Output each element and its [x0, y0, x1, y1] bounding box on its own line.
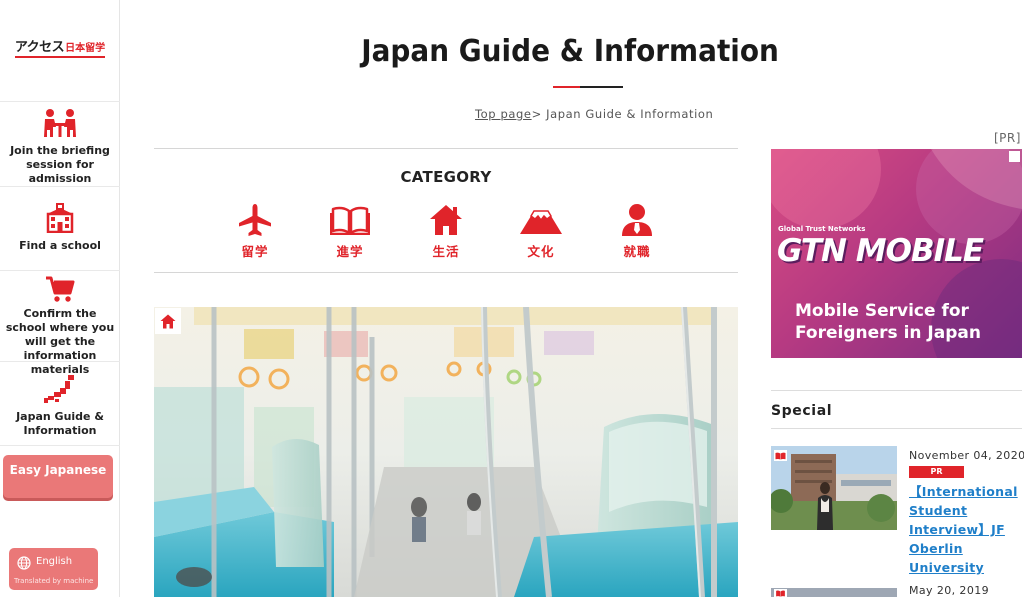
airplane-icon	[237, 203, 273, 237]
category-item-label: 就職	[623, 244, 651, 259]
sidebar-item-find-school[interactable]: Find a school	[0, 187, 120, 271]
sidebar-item-japan-guide[interactable]: Japan Guide & Information	[0, 362, 120, 446]
page: アクセス 日本留学 Join the briefing session for …	[0, 0, 1024, 597]
sidebar-item-briefing-session[interactable]: Join the briefing session for admission	[0, 102, 120, 187]
logo-katakana: アクセス	[14, 40, 65, 55]
sidebar-item-label: Find a school	[19, 239, 101, 252]
shopping-cart-icon	[45, 275, 75, 303]
special-section-divider	[771, 428, 1022, 429]
right-column-divider	[771, 390, 1022, 391]
sidebar-item-label: Japan Guide & Information	[16, 410, 104, 437]
title-underline	[553, 86, 623, 88]
book-icon	[774, 589, 787, 597]
meeting-icon	[42, 107, 78, 138]
easy-japanese-button[interactable]: Easy Japanese	[3, 455, 113, 498]
sidebar-item-confirm-school[interactable]: Confirm the school where you will get th…	[0, 271, 120, 376]
pr-badge: PR	[909, 466, 964, 478]
site-logo[interactable]: アクセス 日本留学	[0, 0, 120, 102]
ad-brand-logo: GTN MOBILE	[777, 233, 984, 269]
category-item-daily-life[interactable]: 生活	[414, 203, 478, 263]
logo-underline	[14, 56, 106, 58]
campus-photo	[771, 446, 897, 530]
home-icon[interactable]	[155, 308, 181, 334]
book-icon	[330, 203, 370, 237]
category-item-label: 進学	[336, 244, 364, 259]
mount-fuji-icon	[519, 203, 563, 237]
breadcrumb-current: > Japan Guide & Information	[531, 107, 714, 121]
category-item-culture[interactable]: 文化	[509, 203, 573, 263]
gtn-mobile-ad-banner[interactable]: Global Trust Networks GTN MOBILE Mobile …	[771, 149, 1022, 358]
category-item-study-abroad[interactable]: 留学	[223, 203, 287, 263]
train-interior-photo	[154, 307, 738, 597]
category-item-label: 留学	[241, 244, 269, 259]
special-section-title: Special	[771, 403, 833, 419]
sidebar-item-label: Join the briefing session for admission	[10, 144, 110, 185]
breadcrumb: Top page> Japan Guide & Information	[475, 107, 713, 121]
special-article-thumbnail[interactable]	[771, 446, 897, 530]
school-building-icon	[45, 199, 75, 233]
category-item-label: 文化	[527, 244, 555, 259]
special-article-thumbnail[interactable]	[771, 588, 897, 597]
japan-map-icon	[43, 370, 77, 404]
logo-wordmark: アクセス 日本留学	[14, 36, 106, 58]
machine-translation-note: Translated by machine	[14, 577, 94, 585]
featured-article-image[interactable]	[154, 307, 738, 597]
special-article-card[interactable]: May 20, 2019	[771, 584, 1022, 597]
category-divider-bottom	[154, 272, 738, 273]
category-item-employment[interactable]: 就職	[605, 203, 669, 263]
pr-label: [PR]	[994, 131, 1021, 145]
language-selector[interactable]: English Translated by machine	[9, 548, 98, 590]
ad-small-text: Global Trust Networks	[778, 225, 866, 233]
language-label: English	[36, 556, 73, 567]
page-title: Japan Guide & Information	[361, 34, 779, 69]
book-icon	[774, 450, 787, 461]
special-article-card[interactable]: November 04, 2020 PR 【International Stud…	[771, 446, 1024, 575]
category-divider-top	[154, 148, 738, 149]
category-item-label: 生活	[432, 244, 460, 259]
category-item-further-education[interactable]: 進学	[318, 203, 382, 263]
breadcrumb-top-page-link[interactable]: Top page	[475, 107, 532, 121]
logo-kanji: 日本留学	[65, 43, 106, 54]
home-icon	[429, 203, 463, 237]
person-icon	[620, 203, 654, 237]
category-title: CATEGORY	[400, 168, 492, 186]
special-article-link[interactable]: 【International Student Interview】JF Ober…	[909, 482, 1023, 577]
ad-close-icon[interactable]	[1009, 151, 1020, 162]
sidebar: アクセス 日本留学 Join the briefing session for …	[0, 0, 120, 597]
special-article-date: November 04, 2020	[909, 449, 1024, 462]
globe-icon	[17, 555, 31, 574]
special-article-date: May 20, 2019	[909, 584, 990, 597]
ad-tagline: Mobile Service for Foreigners in Japan	[795, 301, 981, 343]
